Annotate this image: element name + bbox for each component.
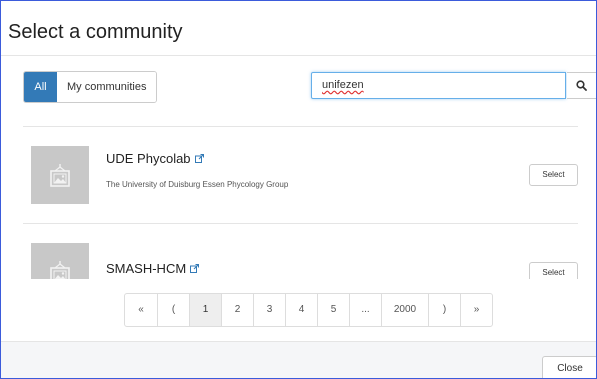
dialog-header: Select a community: [1, 1, 596, 56]
community-thumbnail: [31, 243, 89, 279]
page-2[interactable]: 2: [221, 294, 253, 326]
image-placeholder-icon: [50, 164, 70, 187]
search-input[interactable]: unifezen: [311, 72, 566, 99]
page-2000[interactable]: 2000: [381, 294, 428, 326]
page-ellipsis: ...: [349, 294, 381, 326]
page-prev[interactable]: (: [157, 294, 189, 326]
page-last[interactable]: »: [460, 294, 492, 326]
page-4[interactable]: 4: [285, 294, 317, 326]
external-link-icon[interactable]: [194, 154, 204, 163]
community-name-text: SMASH-HCM: [106, 261, 187, 276]
search-input-value: unifezen: [322, 79, 364, 91]
page-3[interactable]: 3: [253, 294, 285, 326]
select-button[interactable]: Select: [529, 164, 578, 186]
search-icon: [576, 80, 587, 91]
external-link-icon[interactable]: [190, 264, 200, 273]
select-community-dialog: Select a community All My communities un…: [0, 0, 597, 379]
community-thumbnail: [31, 146, 89, 204]
page-1[interactable]: 1: [189, 294, 221, 326]
community-name[interactable]: UDE Phycolab: [106, 151, 204, 167]
pagination: « ( 1 2 3 4 5 ... 2000 ) »: [124, 293, 493, 327]
page-5[interactable]: 5: [317, 294, 349, 326]
filter-tabs: All My communities: [23, 71, 158, 103]
image-placeholder-icon: [50, 261, 70, 279]
close-button[interactable]: Close: [542, 356, 596, 378]
community-description: The University of Duisburg Essen Phycolo…: [106, 180, 289, 189]
tab-all[interactable]: All: [24, 72, 57, 102]
community-name-text: UDE Phycolab: [106, 151, 191, 166]
search-button[interactable]: [567, 72, 596, 99]
dialog-footer: Close: [1, 341, 596, 378]
dialog-title: Select a community: [8, 21, 183, 43]
page-first[interactable]: «: [125, 294, 157, 326]
list-item: UDE Phycolab The University of Duisburg …: [23, 127, 578, 224]
community-name[interactable]: SMASH-HCM: [106, 261, 200, 277]
select-button[interactable]: Select: [529, 262, 578, 279]
page-next[interactable]: ): [428, 294, 460, 326]
list-item: SMASH-HCM Select: [23, 224, 578, 279]
tab-my-communities[interactable]: My communities: [57, 72, 157, 102]
community-list[interactable]: UDE Phycolab The University of Duisburg …: [1, 127, 596, 279]
